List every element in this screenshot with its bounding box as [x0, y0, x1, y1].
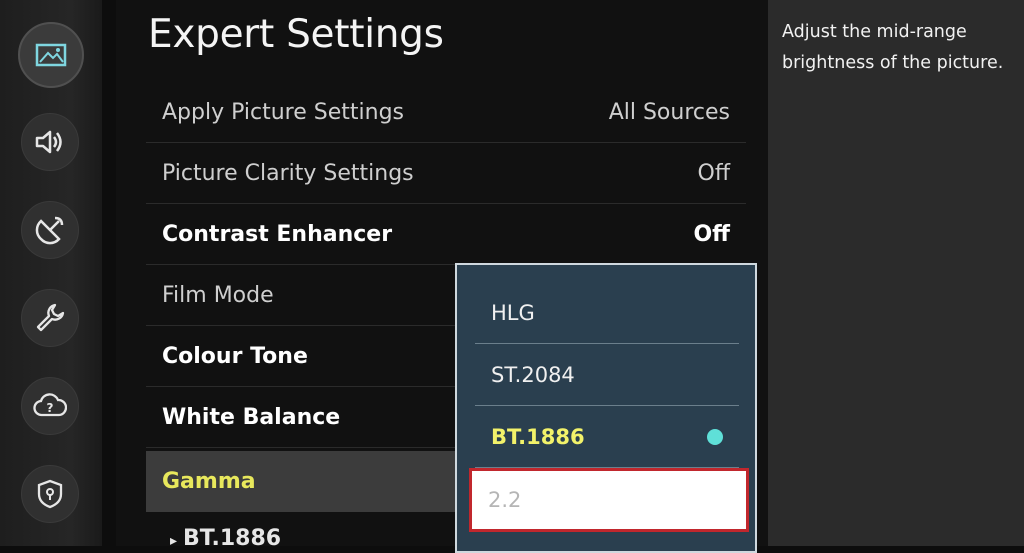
picture-icon: [35, 43, 67, 67]
general-category-button[interactable]: [21, 289, 79, 347]
privacy-category-button[interactable]: [21, 465, 79, 523]
setting-label: Contrast Enhancer: [162, 221, 393, 247]
svg-text:?: ?: [47, 401, 54, 415]
setting-label: Gamma: [162, 469, 256, 494]
wrench-icon: [36, 303, 65, 332]
option-label: HLG: [491, 300, 535, 325]
setting-value: All Sources: [608, 99, 730, 125]
selected-dot-icon: [707, 428, 723, 445]
support-category-button[interactable]: ?: [21, 377, 79, 435]
sub-item-label: BT.1886: [183, 526, 282, 551]
gamma-option-hlg[interactable]: HLG: [475, 282, 739, 344]
setting-apply-picture-settings[interactable]: Apply Picture Settings All Sources: [146, 82, 746, 143]
setting-value: Off: [697, 160, 730, 186]
broadcast-icon: [35, 216, 64, 245]
gamma-dropdown: HLG ST.2084 BT.1886 2.2: [455, 263, 757, 553]
picture-category-button[interactable]: [18, 22, 84, 88]
setting-label: Film Mode: [162, 282, 274, 308]
sound-category-button[interactable]: [21, 113, 79, 171]
setting-label: White Balance: [162, 404, 341, 430]
help-panel: Adjust the mid-range brightness of the p…: [768, 0, 1024, 546]
setting-picture-clarity[interactable]: Picture Clarity Settings Off: [146, 143, 746, 204]
support-cloud-icon: ?: [33, 393, 67, 417]
setting-label: Colour Tone: [162, 343, 308, 369]
setting-label: Picture Clarity Settings: [162, 160, 414, 186]
privacy-shield-icon: [37, 479, 63, 509]
category-sidebar: ?: [0, 0, 102, 546]
option-label: BT.1886: [491, 424, 585, 449]
gamma-sub-item[interactable]: ▸ BT.1886: [170, 526, 281, 551]
broadcasting-category-button[interactable]: [21, 201, 79, 259]
gamma-option-st2084[interactable]: ST.2084: [475, 344, 739, 406]
gamma-option-bt1886[interactable]: BT.1886: [475, 406, 739, 468]
setting-value: Off: [693, 221, 730, 247]
setting-label: Apply Picture Settings: [162, 99, 404, 125]
sub-arrow-icon: ▸: [170, 533, 178, 549]
gamma-option-2-2[interactable]: 2.2: [469, 468, 749, 532]
help-text: Adjust the mid-range brightness of the p…: [782, 22, 1004, 73]
sound-icon: [35, 130, 62, 154]
page-title: Expert Settings: [148, 12, 444, 57]
setting-contrast-enhancer[interactable]: Contrast Enhancer Off: [146, 204, 746, 265]
option-label: ST.2084: [491, 362, 575, 387]
option-label: 2.2: [488, 488, 522, 512]
